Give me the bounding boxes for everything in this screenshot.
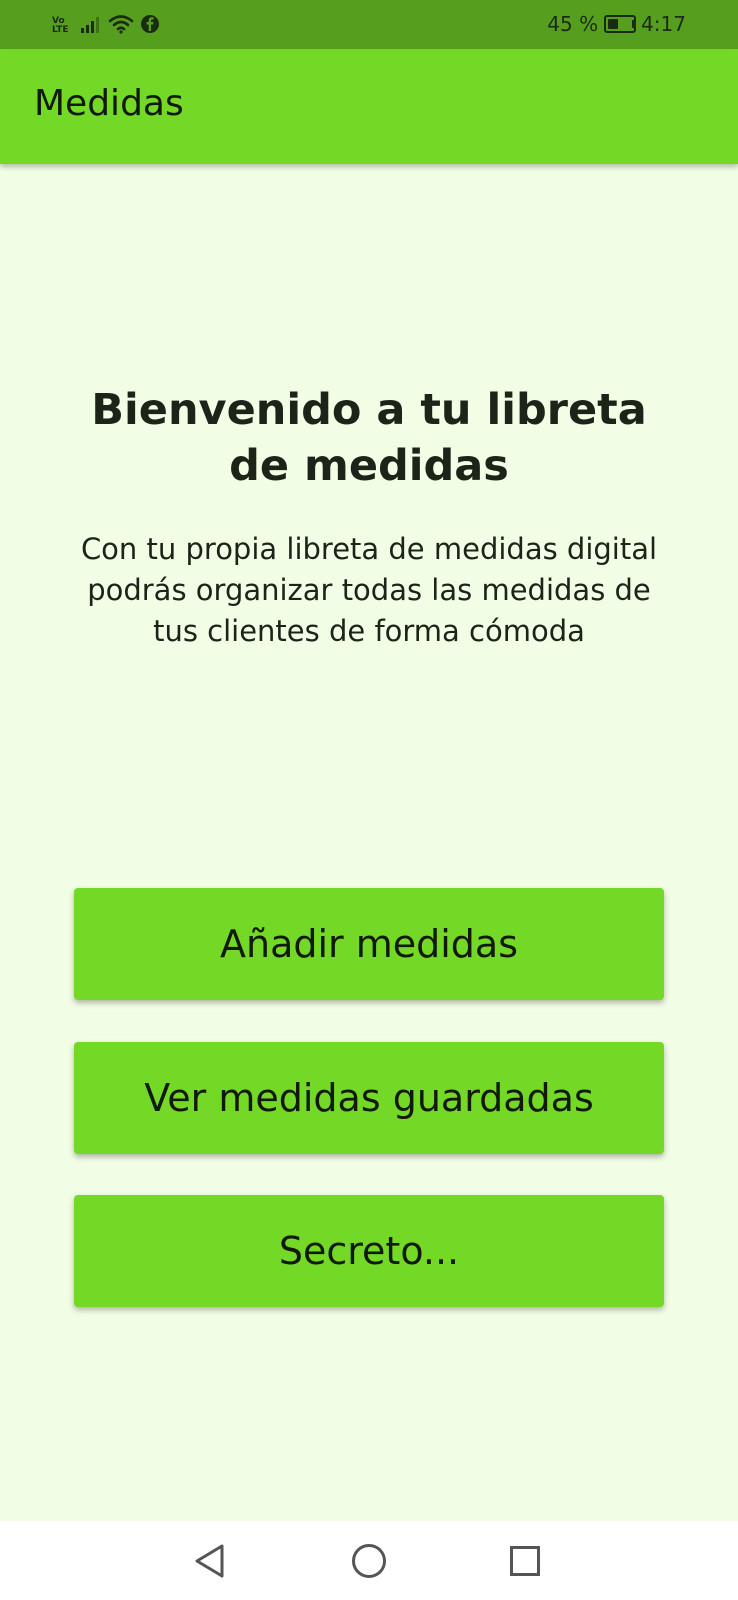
system-nav-bar	[0, 1521, 738, 1600]
signal-icon	[80, 15, 102, 37]
volte-indicator: Vo LTE	[52, 17, 74, 35]
view-saved-measurements-button[interactable]: Ver medidas guardadas	[74, 1042, 664, 1154]
welcome-description: Con tu propia libreta de medidas digital…	[80, 532, 658, 648]
home-icon	[352, 1544, 386, 1578]
recents-icon	[510, 1546, 540, 1576]
back-icon	[195, 1544, 224, 1578]
battery-percent: 45 %	[547, 12, 599, 36]
app-bar: Medidas	[0, 49, 738, 164]
battery-icon	[604, 15, 637, 33]
battery-body	[604, 15, 637, 33]
status-left-group: Vo LTE	[52, 14, 160, 38]
back-button[interactable]	[188, 1539, 232, 1583]
volte-bottom-label: LTE	[52, 25, 69, 35]
facebook-icon	[140, 14, 160, 38]
home-button[interactable]	[347, 1539, 391, 1583]
status-right-group: 45 % 4:17	[547, 12, 686, 36]
add-measurements-button[interactable]: Añadir medidas	[74, 888, 664, 1000]
recents-button[interactable]	[503, 1539, 547, 1583]
app-title: Medidas	[34, 83, 184, 124]
battery-fill	[608, 19, 619, 29]
clock: 4:17	[641, 12, 686, 36]
status-bar: Vo LTE 45 % 4:17	[0, 0, 738, 49]
wifi-icon	[108, 14, 134, 38]
welcome-headline: Bienvenido a tu libreta de medidas	[91, 385, 647, 491]
secret-button[interactable]: Secreto...	[74, 1195, 664, 1307]
